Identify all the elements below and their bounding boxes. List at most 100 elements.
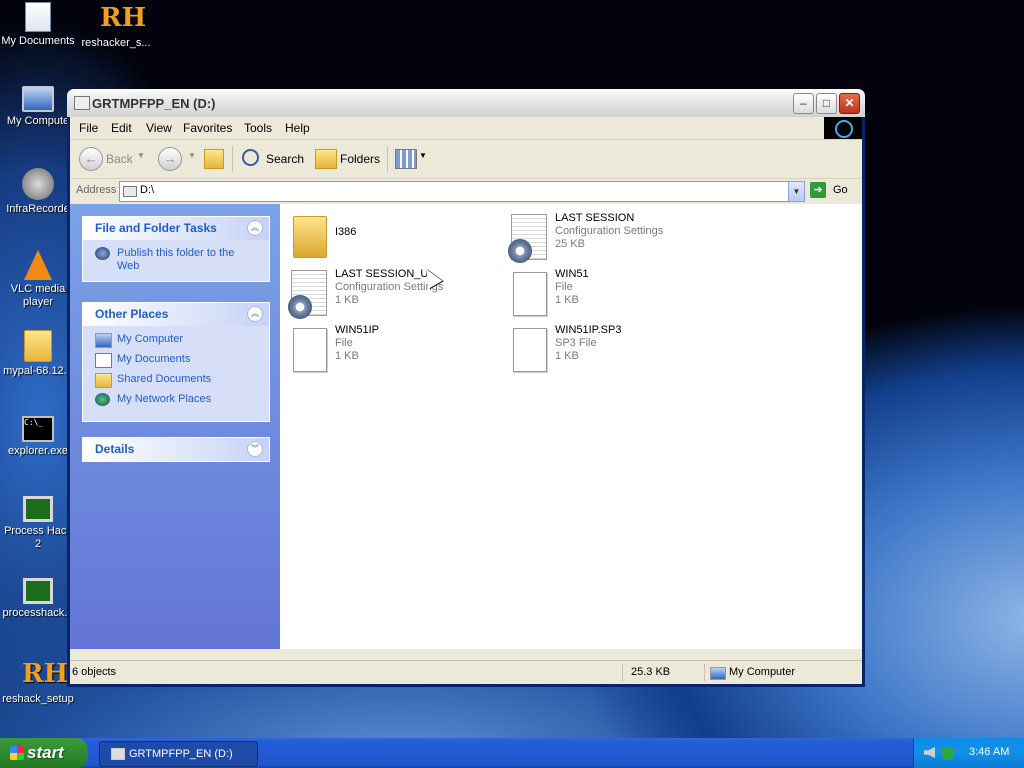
close-button[interactable]: ✕ — [839, 93, 860, 114]
file-item-win51[interactable]: WIN51 File 1 KB — [505, 266, 705, 318]
panel-header[interactable]: Details ︾ — [83, 438, 269, 461]
minimize-button[interactable]: – — [793, 93, 814, 114]
views-dropdown-icon[interactable]: ▼ — [419, 151, 427, 160]
drive-icon — [74, 96, 90, 110]
place-my-documents[interactable]: My Documents — [95, 353, 259, 373]
place-my-computer[interactable]: My Computer — [95, 333, 259, 353]
clock[interactable]: 3:46 AM — [969, 746, 1009, 758]
file-name: LAST SESSION — [555, 212, 635, 224]
menu-file[interactable]: File — [79, 121, 98, 135]
process-hacker-icon — [23, 578, 53, 604]
back-arrow-icon[interactable]: ← — [79, 147, 103, 171]
file-item-i386[interactable]: I386 — [285, 210, 485, 262]
back-dropdown-icon[interactable]: ▼ — [137, 151, 145, 160]
views-icon[interactable] — [395, 149, 417, 169]
file-type: File — [335, 337, 353, 349]
file-item-last-session-u[interactable]: LAST SESSION_U Configuration Settings 1 … — [285, 266, 485, 319]
forward-dropdown-icon[interactable]: ▼ — [188, 151, 196, 160]
menu-favorites[interactable]: Favorites — [183, 121, 232, 135]
back-button-label[interactable]: Back — [106, 152, 133, 166]
vlc-icon — [24, 250, 52, 280]
file-item-last-session[interactable]: LAST SESSION Configuration Settings 25 K… — [505, 210, 735, 263]
start-button[interactable]: start — [0, 738, 88, 768]
my-computer-icon — [95, 333, 112, 348]
my-computer-icon — [710, 667, 726, 680]
go-arrow-icon[interactable]: ➔ — [810, 182, 826, 198]
address-bar: Address D:\ ▼ ➔ Go — [70, 179, 862, 203]
desktop-icon-reshack-setup[interactable]: RH reshack_setup — [0, 658, 76, 706]
menu-help[interactable]: Help — [285, 121, 310, 135]
file-item-win51ip-sp3[interactable]: WIN51IP.SP3 SP3 File 1 KB — [505, 322, 705, 374]
file-size: 1 KB — [555, 294, 579, 306]
config-settings-icon — [288, 270, 327, 319]
collapse-chevron-icon[interactable]: ︽ — [247, 306, 263, 322]
file-type: SP3 File — [555, 337, 597, 349]
toolbar-separator — [232, 146, 233, 172]
panel-title: Details — [95, 442, 135, 456]
desktop-icon-infrarecorder[interactable]: InfraRecorde — [0, 168, 76, 216]
window-frame: File Edit View Favorites Tools Help ← Ba… — [70, 117, 862, 684]
panel-title: Other Places — [95, 307, 169, 321]
status-object-count: 6 objects — [72, 666, 117, 678]
forward-arrow-icon[interactable]: → — [158, 147, 182, 171]
panel-title: File and Folder Tasks — [95, 221, 217, 235]
drive-icon — [111, 748, 125, 760]
search-button[interactable]: Search — [266, 152, 304, 166]
panel-header[interactable]: Other Places ︽ — [83, 303, 269, 326]
desktop-icon-my-computer[interactable]: My Compute — [0, 86, 76, 128]
menu-edit[interactable]: Edit — [111, 121, 132, 135]
panel-header[interactable]: File and Folder Tasks ︽ — [83, 217, 269, 240]
my-computer-icon — [22, 86, 54, 112]
desktop-icon-explorer-exe[interactable]: C:\_ explorer.exe — [0, 416, 76, 458]
status-divider — [622, 664, 623, 681]
config-settings-icon — [508, 214, 547, 263]
windows-flag-icon — [10, 746, 24, 760]
desktop-icon-processhack-setup[interactable]: processhack... — [0, 578, 76, 620]
desktop-icon-mypal[interactable]: mypal-68.12... — [0, 330, 76, 378]
drive-icon — [123, 186, 137, 197]
maximize-button[interactable]: □ — [816, 93, 837, 114]
system-tray: 3:46 AM — [913, 738, 1024, 768]
explorer-window: GRTMPFPP_EN (D:) – □ ✕ File Edit View Fa… — [67, 89, 865, 687]
window-title: GRTMPFPP_EN (D:) — [92, 96, 216, 111]
folders-button[interactable]: Folders — [340, 152, 380, 166]
menu-view[interactable]: View — [146, 121, 172, 135]
publish-web-link[interactable]: Publish this folder to the Web — [95, 247, 259, 273]
globe-icon — [95, 247, 110, 260]
volume-icon[interactable] — [924, 747, 935, 758]
windows-logo-icon — [824, 117, 862, 139]
file-icon — [293, 328, 327, 372]
file-folder-tasks-panel: File and Folder Tasks ︽ Publish this fol… — [82, 216, 270, 282]
menu-bar: File Edit View Favorites Tools Help — [70, 117, 862, 140]
file-type: Configuration Settings — [555, 225, 664, 237]
address-input[interactable]: D:\ — [119, 181, 803, 202]
my-documents-icon — [95, 353, 112, 368]
menu-tools[interactable]: Tools — [244, 121, 272, 135]
title-bar[interactable]: GRTMPFPP_EN (D:) – □ ✕ — [67, 89, 865, 117]
task-pane: File and Folder Tasks ︽ Publish this fol… — [70, 204, 280, 649]
taskbar-window-button[interactable]: GRTMPFPP_EN (D:) — [99, 741, 258, 767]
folders-icon[interactable] — [315, 149, 337, 169]
security-shield-icon[interactable] — [942, 747, 954, 760]
status-divider — [704, 664, 705, 681]
desktop-icon-vlc[interactable]: VLC media player — [0, 250, 76, 309]
expand-chevron-icon[interactable]: ︾ — [247, 441, 263, 457]
address-dropdown-icon[interactable]: ▼ — [788, 181, 805, 202]
toolbar-separator — [387, 146, 388, 172]
file-item-win51ip[interactable]: WIN51IP File 1 KB — [285, 322, 485, 374]
go-button[interactable]: Go — [833, 184, 848, 196]
desktop-icon-reshacker[interactable]: RH reshacker_s... — [78, 2, 154, 50]
desktop-icon-process-hacker[interactable]: Process Hack 2 — [0, 496, 76, 551]
desktop-icon-my-documents[interactable]: My Documents — [0, 2, 76, 48]
file-type: File — [555, 281, 573, 293]
up-folder-icon[interactable] — [204, 149, 224, 169]
collapse-chevron-icon[interactable]: ︽ — [247, 220, 263, 236]
file-size: 1 KB — [555, 350, 579, 362]
gear-icon — [508, 239, 532, 263]
gear-icon — [288, 295, 312, 319]
address-label: Address — [76, 184, 117, 196]
search-icon[interactable] — [242, 149, 259, 166]
place-my-network-places[interactable]: My Network Places — [95, 393, 259, 413]
place-shared-documents[interactable]: Shared Documents — [95, 373, 259, 393]
status-bar: 6 objects 25.3 KB My Computer — [70, 660, 862, 684]
